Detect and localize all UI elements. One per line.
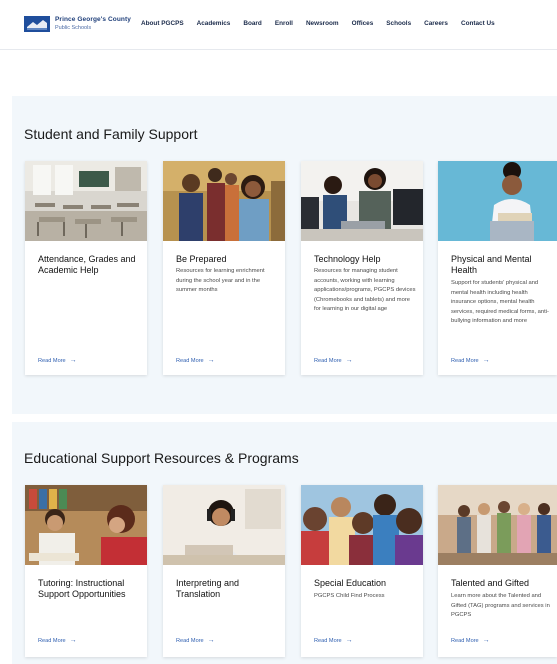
main-nav: About PGCPS Academics Board Enroll Newsr… bbox=[141, 20, 508, 27]
arrow-right-icon: → bbox=[482, 637, 490, 644]
read-more-link[interactable]: Read More → bbox=[38, 637, 77, 644]
card-attendance[interactable]: Attendance, Grades and Academic Help Rea… bbox=[25, 161, 147, 375]
read-more-link[interactable]: Read More → bbox=[451, 357, 490, 364]
card-title: Physical and Mental Health bbox=[451, 254, 532, 275]
students-group-photo bbox=[163, 161, 285, 241]
card-special-education[interactable]: Special Education PGCPS Child Find Proce… bbox=[301, 485, 423, 657]
nav-careers[interactable]: Careers bbox=[424, 20, 448, 27]
children-smiling-photo bbox=[301, 485, 423, 565]
card-talented-gifted[interactable]: Talented and Gifted Learn more about the… bbox=[438, 485, 557, 657]
read-more-link[interactable]: Read More → bbox=[314, 357, 353, 364]
logo-icon bbox=[24, 16, 50, 32]
read-more-link[interactable]: Read More → bbox=[314, 637, 353, 644]
nav-newsroom[interactable]: Newsroom bbox=[306, 20, 339, 27]
arrow-right-icon: → bbox=[482, 357, 490, 364]
nav-board[interactable]: Board bbox=[243, 20, 261, 27]
read-more-link[interactable]: Read More → bbox=[176, 637, 215, 644]
nav-about[interactable]: About PGCPS bbox=[141, 20, 184, 27]
read-more-link[interactable]: Read More → bbox=[451, 637, 490, 644]
section-title-educational-support: Educational Support Resources & Programs bbox=[24, 450, 299, 466]
card-description: Learn more about the Talented and Gifted… bbox=[451, 593, 550, 619]
tutoring-photo bbox=[25, 485, 147, 565]
arrow-right-icon: → bbox=[207, 637, 215, 644]
card-title: Talented and Gifted bbox=[451, 578, 530, 588]
nav-enroll[interactable]: Enroll bbox=[275, 20, 293, 27]
card-tutoring[interactable]: Tutoring: Instructional Support Opportun… bbox=[25, 485, 147, 657]
nav-contact[interactable]: Contact Us bbox=[461, 20, 495, 27]
logo-subtitle: Public Schools bbox=[55, 25, 92, 31]
card-title: Technology Help bbox=[314, 254, 381, 264]
empty-classroom-photo bbox=[25, 161, 147, 241]
card-be-prepared[interactable]: Be Prepared Resources for learning enric… bbox=[163, 161, 285, 375]
card-title: Attendance, Grades and Academic Help bbox=[38, 254, 136, 275]
read-more-link[interactable]: Read More → bbox=[176, 357, 215, 364]
card-description: Support for students' physical and menta… bbox=[451, 280, 549, 325]
arrow-right-icon: → bbox=[345, 357, 353, 364]
nav-academics[interactable]: Academics bbox=[197, 20, 231, 27]
logo-title: Prince George's County bbox=[55, 16, 131, 23]
card-technology-help[interactable]: Technology Help Resources for managing s… bbox=[301, 161, 423, 375]
card-description: PGCPS Child Find Process bbox=[314, 593, 385, 599]
card-physical-mental-health[interactable]: Physical and Mental Health Support for s… bbox=[438, 161, 557, 375]
card-description: Resources for learning enrichment during… bbox=[176, 268, 265, 294]
pgcps-logo[interactable]: Prince George's County Public Schools bbox=[24, 16, 131, 32]
students-backpacks-photo bbox=[438, 485, 557, 565]
card-interpreting-translation[interactable]: Interpreting and Translation Read More → bbox=[163, 485, 285, 657]
card-title: Special Education bbox=[314, 578, 387, 588]
nav-schools[interactable]: Schools bbox=[386, 20, 411, 27]
arrow-right-icon: → bbox=[69, 357, 77, 364]
arrow-right-icon: → bbox=[345, 637, 353, 644]
card-title: Be Prepared bbox=[176, 254, 227, 264]
card-title: Tutoring: Instructional Support Opportun… bbox=[38, 578, 126, 599]
nav-offices[interactable]: Offices bbox=[352, 20, 374, 27]
card-description: Resources for managing student accounts,… bbox=[314, 268, 416, 313]
students-computers-photo bbox=[301, 161, 423, 241]
section-title-student-family: Student and Family Support bbox=[24, 126, 198, 142]
read-more-link[interactable]: Read More → bbox=[38, 357, 77, 364]
arrow-right-icon: → bbox=[69, 637, 77, 644]
student-reading-photo bbox=[438, 161, 557, 241]
site-header: Prince George's County Public Schools Ab… bbox=[0, 0, 557, 50]
card-title: Interpreting and Translation bbox=[176, 578, 240, 599]
headphones-student-photo bbox=[163, 485, 285, 565]
arrow-right-icon: → bbox=[207, 357, 215, 364]
